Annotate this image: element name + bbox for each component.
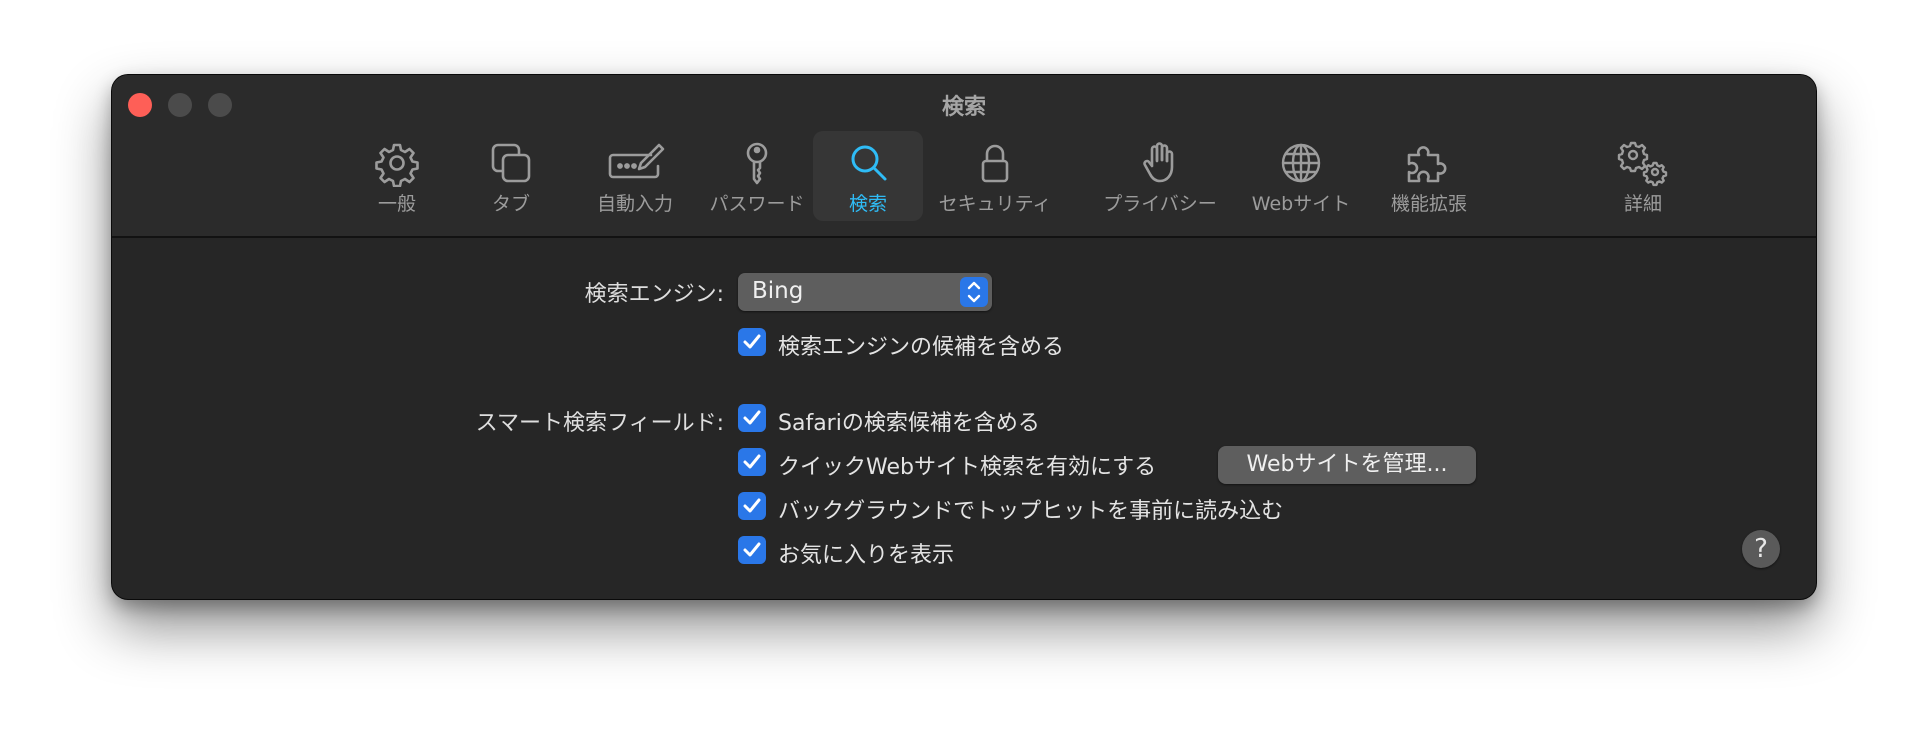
tab-extensions[interactable]: 機能拡張 (1364, 131, 1494, 221)
lock-icon (981, 144, 1009, 183)
tab-search-label: 検索 (848, 193, 887, 215)
tab-advanced[interactable]: 詳細 (1588, 131, 1698, 221)
key-icon (746, 142, 768, 185)
puzzle-icon (1407, 146, 1447, 183)
search-engine-label: 検索エンジン: (584, 282, 724, 307)
gears-icon (1617, 141, 1668, 187)
window-title: 検索 (941, 95, 986, 120)
tab-websites[interactable]: Webサイト (1236, 131, 1366, 221)
autofill-icon (608, 143, 665, 179)
engine-suggestions-checkbox[interactable] (738, 328, 766, 356)
smart-search-label: スマート検索フィールド: (475, 411, 724, 436)
preload-top-hit-checkbox[interactable] (738, 492, 766, 520)
engine-suggestions-label: 検索エンジンの候補を含める (778, 335, 1065, 360)
tab-search[interactable]: 検索 (813, 131, 923, 221)
tab-tabs-label: タブ (491, 193, 530, 215)
titlebar: 検索 一般 タブ 自動入力 パスワード 検索 セキュリティ プライバシー Web… (112, 75, 1816, 238)
safari-suggestions-checkbox[interactable] (738, 404, 766, 432)
show-favorites-label: お気に入りを表示 (778, 543, 955, 568)
hand-icon (1143, 142, 1174, 183)
tab-privacy[interactable]: プライバシー (1080, 131, 1240, 221)
tab-passwords-label: パスワード (709, 193, 805, 215)
quick-website-search-label: クイックWebサイト検索を有効にする (778, 455, 1157, 480)
preferences-window: 検索 一般 タブ 自動入力 パスワード 検索 セキュリティ プライバシー Web… (112, 75, 1816, 599)
tab-autofill[interactable]: 自動入力 (570, 131, 700, 221)
quick-website-search-checkbox[interactable] (738, 448, 766, 476)
show-favorites-checkbox[interactable] (738, 536, 766, 564)
tab-passwords[interactable]: パスワード (692, 131, 822, 221)
help-button[interactable]: ? (1742, 530, 1780, 568)
tab-general-label: 一般 (377, 193, 416, 215)
search-icon (851, 145, 887, 181)
tab-websites-label: Webサイト (1251, 193, 1351, 215)
search-settings-pane: 検索エンジン: Bing 検索エンジンの候補を含める スマート検索フィールド: … (112, 238, 1816, 599)
tabs-icon (491, 143, 531, 183)
gear-icon (375, 143, 419, 187)
tab-security[interactable]: セキュリティ (930, 131, 1060, 221)
safari-suggestions-label: Safariの検索候補を含める (778, 411, 1040, 436)
tab-autofill-label: 自動入力 (596, 193, 673, 215)
globe-icon (1281, 143, 1321, 183)
tab-extensions-label: 機能拡張 (1390, 193, 1467, 215)
tab-privacy-label: プライバシー (1103, 193, 1217, 215)
chevron-updown-icon (960, 277, 988, 307)
tab-advanced-label: 詳細 (1623, 193, 1662, 215)
preload-top-hit-label: バックグラウンドでトップヒットを事前に読み込む (778, 499, 1284, 524)
tab-tabs[interactable]: タブ (456, 131, 566, 221)
tab-security-label: セキュリティ (938, 193, 1052, 215)
search-engine-value: Bing (752, 278, 804, 304)
tab-general[interactable]: 一般 (342, 131, 452, 221)
search-engine-popup[interactable]: Bing (738, 273, 992, 311)
manage-websites-button[interactable]: Webサイトを管理... (1218, 446, 1476, 484)
